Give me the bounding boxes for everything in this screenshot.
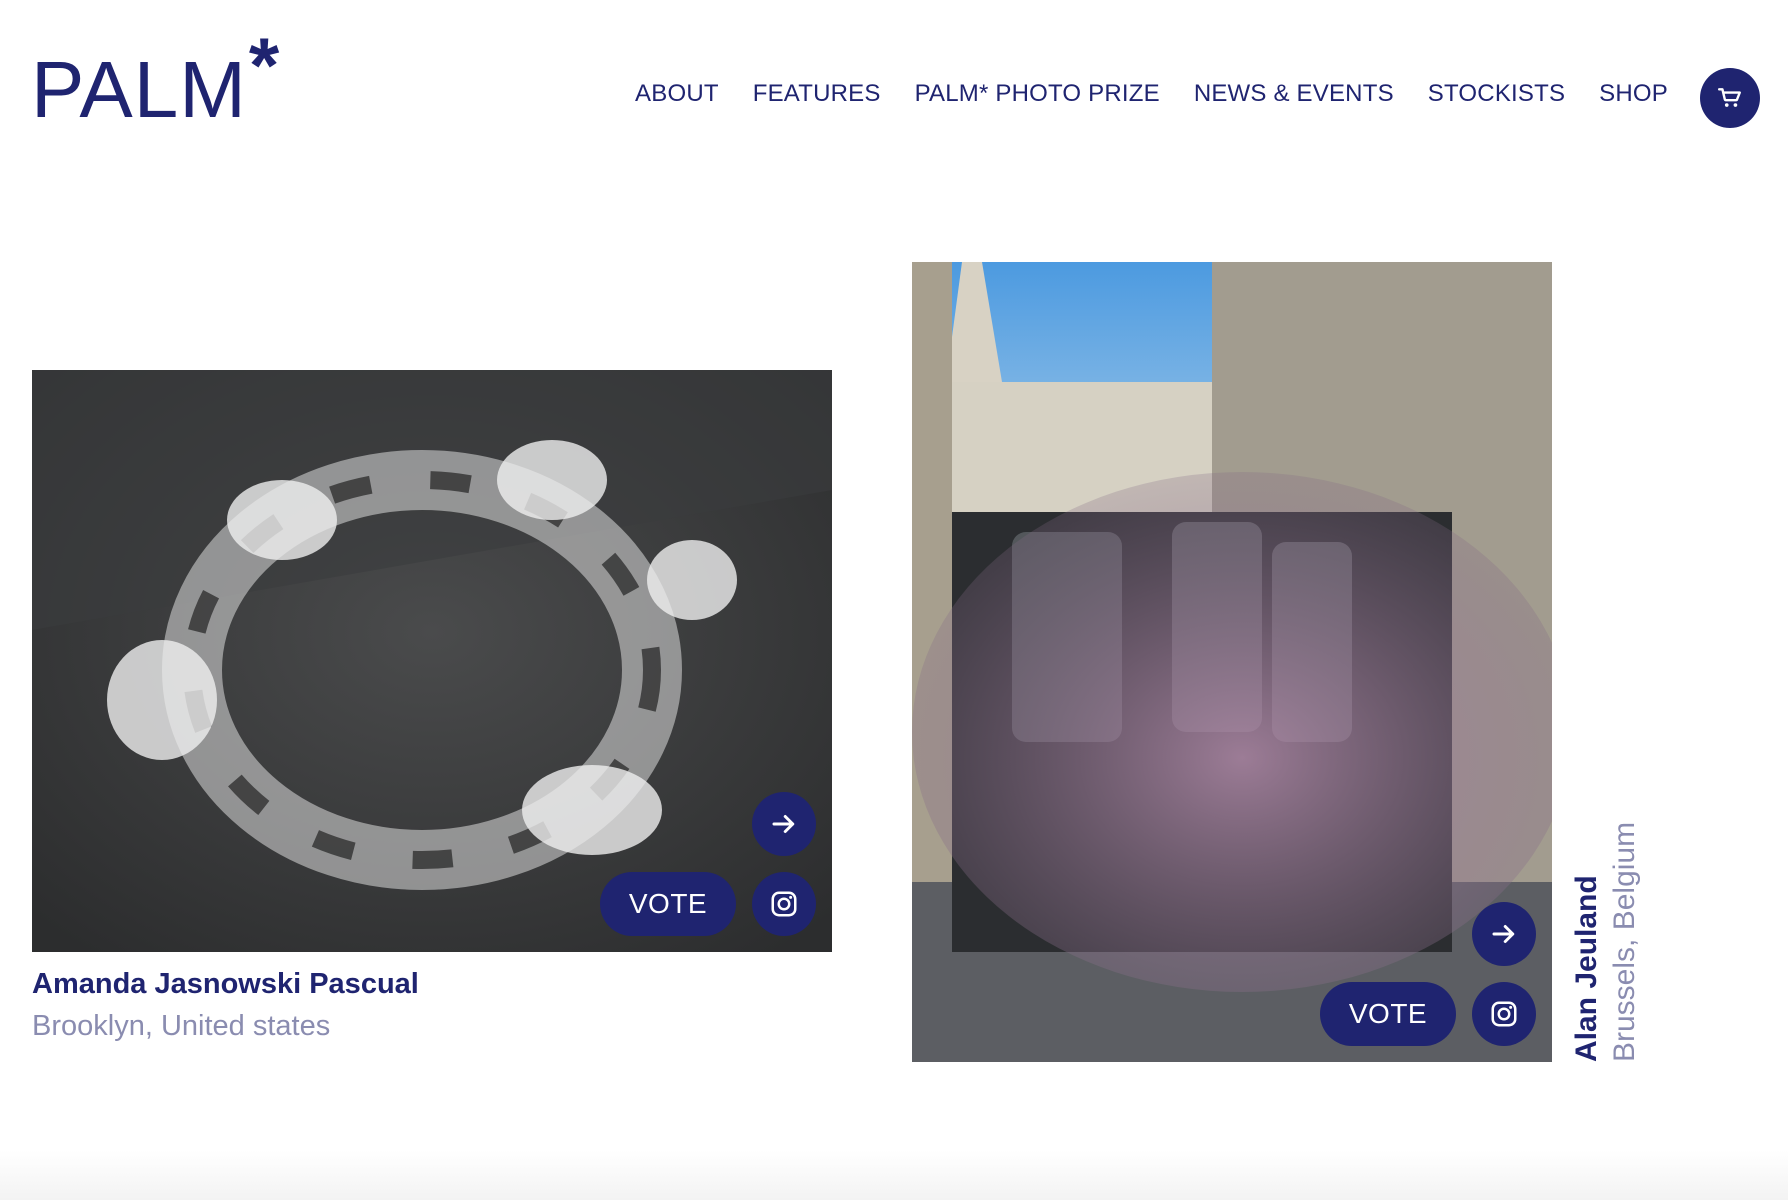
entry-2-open-button[interactable] bbox=[1472, 902, 1536, 966]
main-nav: ABOUT FEATURES PALM* PHOTO PRIZE NEWS & … bbox=[635, 80, 1668, 108]
entry-1-vote-button[interactable]: VOTE bbox=[600, 872, 736, 936]
entry-photo-2[interactable] bbox=[912, 262, 1552, 1062]
entry-1-open-button[interactable] bbox=[752, 792, 816, 856]
instagram-icon bbox=[771, 891, 797, 917]
nav-shop[interactable]: SHOP bbox=[1599, 80, 1668, 108]
logo-text: PALM bbox=[31, 45, 247, 134]
instagram-icon bbox=[1491, 1001, 1517, 1027]
entry-2-photographer: Alan Jeuland bbox=[1570, 875, 1603, 1062]
cart-button[interactable] bbox=[1700, 68, 1760, 128]
entry-1-location: Brooklyn, United states bbox=[32, 1010, 331, 1042]
arrow-right-icon bbox=[772, 815, 795, 833]
arrow-right-icon bbox=[1492, 925, 1515, 943]
entry-2-instagram-button[interactable] bbox=[1472, 982, 1536, 1046]
entry-1-instagram-button[interactable] bbox=[752, 872, 816, 936]
page-bottom-fade bbox=[0, 1150, 1788, 1200]
cart-icon bbox=[1717, 88, 1741, 107]
nav-stockists[interactable]: STOCKISTS bbox=[1428, 80, 1565, 108]
entry-1-photographer: Amanda Jasnowski Pascual bbox=[32, 968, 419, 1000]
nav-features[interactable]: FEATURES bbox=[753, 80, 881, 108]
nav-news-events[interactable]: NEWS & EVENTS bbox=[1194, 80, 1394, 108]
nav-photo-prize[interactable]: PALM* PHOTO PRIZE bbox=[915, 80, 1160, 108]
logo-asterisk: * bbox=[248, 21, 280, 109]
nav-about[interactable]: ABOUT bbox=[635, 80, 719, 108]
entry-2-location: Brussels, Belgium bbox=[1608, 821, 1641, 1062]
entry-2-vote-button[interactable]: VOTE bbox=[1320, 982, 1456, 1046]
photo-riot-police-image bbox=[912, 262, 1552, 1062]
entry-photo-1[interactable] bbox=[32, 370, 832, 952]
palm-logo[interactable]: PALM * bbox=[31, 26, 279, 134]
photo-dancers-image bbox=[32, 370, 832, 952]
entry-2-caption: Alan Jeuland Brussels, Belgium bbox=[1570, 822, 1642, 1062]
